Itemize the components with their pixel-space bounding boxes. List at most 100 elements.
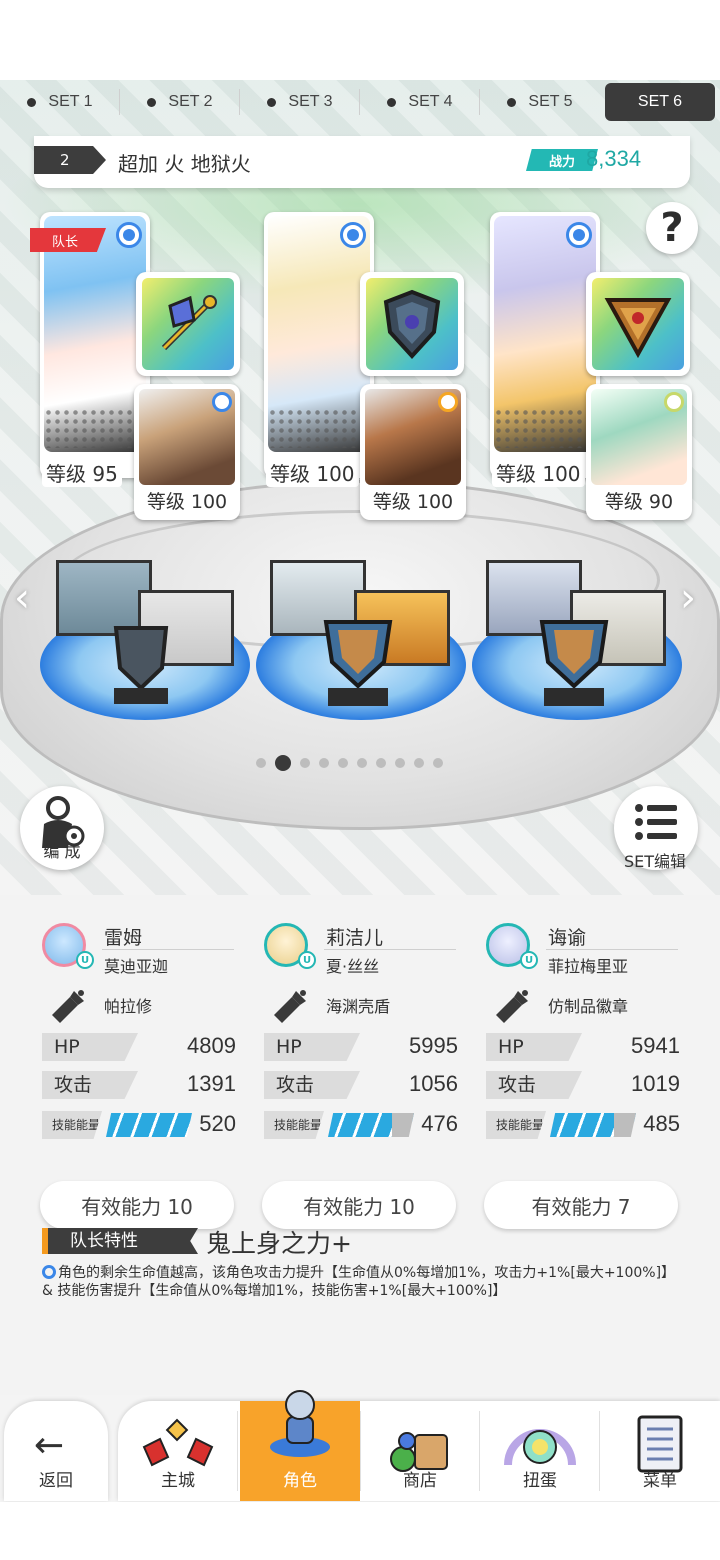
lightning-icon	[438, 392, 458, 412]
leader-skill-description: 角色的剩余生命值越高，该角色攻击力提升【生命值从0%每增加1%，攻击力+1%[最…	[42, 1264, 682, 1300]
nav-menu[interactable]: 菜单	[600, 1401, 720, 1501]
gear-sprite-2	[323, 620, 393, 706]
pet-card-1[interactable]: 等级 100	[134, 384, 240, 520]
back-arrow-icon: ←	[34, 1425, 65, 1466]
question-icon: ?	[660, 205, 684, 251]
member-pet: 莫迪亚迦	[104, 957, 169, 976]
energy-row: 技能能量 485	[486, 1111, 680, 1139]
weapon-card-1[interactable]	[136, 272, 240, 376]
bottom-nav: ← 返回 主城 角色 商店 扭蛋 菜单	[0, 1390, 720, 1505]
nav-character[interactable]: 角色	[240, 1390, 360, 1501]
energy-label: 技能能量	[42, 1111, 102, 1139]
back-button[interactable]: ← 返回	[4, 1401, 108, 1501]
status-area	[0, 0, 720, 80]
page-dot[interactable]	[357, 758, 367, 768]
sword-icon	[52, 990, 84, 1023]
effective-ability-button[interactable]: 有效能力 10	[40, 1181, 234, 1229]
member-gear: 帕拉修	[104, 997, 153, 1016]
set-tab-label: SET 6	[637, 93, 683, 110]
nav-main-city[interactable]: 主城	[118, 1401, 238, 1501]
member-name: 莉洁儿	[326, 927, 384, 949]
hp-label: HP	[486, 1033, 582, 1061]
dot-icon	[267, 97, 277, 107]
pet-card-2[interactable]: 等级 100	[360, 384, 466, 520]
energy-value: 485	[643, 1111, 680, 1136]
tab-set-1[interactable]: SET 1	[0, 83, 120, 121]
page-dot[interactable]	[414, 758, 424, 768]
attack-label: 攻击	[42, 1071, 138, 1099]
energy-bar	[550, 1113, 636, 1137]
hp-value: 5995	[409, 1033, 458, 1058]
attack-value: 1391	[187, 1071, 236, 1096]
character-card-3[interactable]	[490, 212, 600, 478]
page-dot[interactable]	[433, 758, 443, 768]
leader-badge: 队长	[30, 228, 106, 252]
element-icon	[566, 222, 592, 248]
element-icon	[212, 392, 232, 412]
prev-arrow-icon[interactable]: ‹	[14, 575, 30, 621]
page-dot[interactable]	[338, 758, 348, 768]
energy-label: 技能能量	[264, 1111, 324, 1139]
nav-label: 商店	[403, 1471, 437, 1491]
set-tab-label: SET 5	[528, 93, 573, 110]
dot-icon	[387, 97, 397, 107]
nav-label: 扭蛋	[523, 1471, 557, 1491]
energy-bar	[106, 1113, 192, 1137]
gacha-icon	[504, 1429, 576, 1466]
set-edit-label: SET编辑	[623, 852, 687, 871]
attack-value: 1056	[409, 1071, 458, 1096]
tab-set-5[interactable]: SET 5	[480, 83, 600, 121]
effective-ability-button[interactable]: 有效能力 10	[262, 1181, 456, 1229]
pet-level: 等级 100	[146, 491, 228, 513]
pet-card-3[interactable]: 等级 90	[586, 384, 692, 520]
character-level: 等级 95	[42, 458, 122, 487]
element-icon	[340, 222, 366, 248]
set-tab-label: SET 3	[288, 93, 333, 110]
page-dot[interactable]	[256, 758, 266, 768]
tab-set-3[interactable]: SET 3	[240, 83, 360, 121]
effective-ability-button[interactable]: 有效能力 7	[484, 1181, 678, 1229]
shield-card-2[interactable]	[360, 272, 464, 376]
attack-row: 攻击 1391	[42, 1071, 236, 1099]
nav-shop[interactable]: 商店	[360, 1401, 480, 1501]
next-arrow-icon[interactable]: ›	[680, 575, 696, 621]
formation-button[interactable]: 编 成	[20, 786, 104, 870]
tab-set-6[interactable]: SET 6	[605, 83, 715, 121]
hp-row: HP 4809	[42, 1033, 236, 1061]
power-value: 8,334	[586, 146, 642, 171]
team-banner[interactable]: 2 超加 火 地狱火 战力 8,334	[34, 136, 690, 188]
member-name: 雷姆	[104, 927, 143, 949]
page-dot[interactable]	[319, 758, 329, 768]
energy-value: 476	[421, 1111, 458, 1136]
attack-value: 1019	[631, 1071, 680, 1096]
tab-set-4[interactable]: SET 4	[360, 83, 480, 121]
character-icon	[270, 1390, 330, 1457]
energy-row: 技能能量 476	[264, 1111, 458, 1139]
member-gear: 仿制品徽章	[548, 997, 629, 1016]
halftone-pattern	[494, 408, 596, 448]
member-pet: 夏·丝丝	[326, 957, 380, 976]
gear-sprite-3	[539, 620, 609, 706]
page-dot[interactable]	[275, 755, 291, 771]
sparkle-icon	[664, 392, 684, 412]
member-name: 诲谕	[548, 927, 587, 949]
page-dot[interactable]	[300, 758, 310, 768]
halftone-pattern	[44, 408, 146, 448]
dot-icon	[507, 97, 517, 107]
set-edit-button[interactable]: SET编辑	[614, 786, 698, 871]
nav-gacha[interactable]: 扭蛋	[480, 1401, 600, 1501]
formation-label: 编 成	[43, 842, 81, 861]
tab-set-2[interactable]: SET 2	[120, 83, 240, 121]
leader-skill-text: 角色的剩余生命值越高，该角色攻击力提升【生命值从0%每增加1%，攻击力+1%[最…	[42, 1265, 676, 1299]
hp-row: HP 5995	[264, 1033, 458, 1061]
page-dot[interactable]	[376, 758, 386, 768]
set-tab-label: SET 1	[48, 93, 93, 110]
page-dot[interactable]	[395, 758, 405, 768]
character-card-2[interactable]	[264, 212, 374, 478]
member-gear: 海渊壳盾	[326, 997, 391, 1016]
emblem-card-3[interactable]	[586, 272, 690, 376]
help-button[interactable]: ?	[646, 202, 698, 254]
hp-label: HP	[264, 1033, 360, 1061]
dot-icon	[147, 97, 157, 107]
element-icon	[116, 222, 142, 248]
